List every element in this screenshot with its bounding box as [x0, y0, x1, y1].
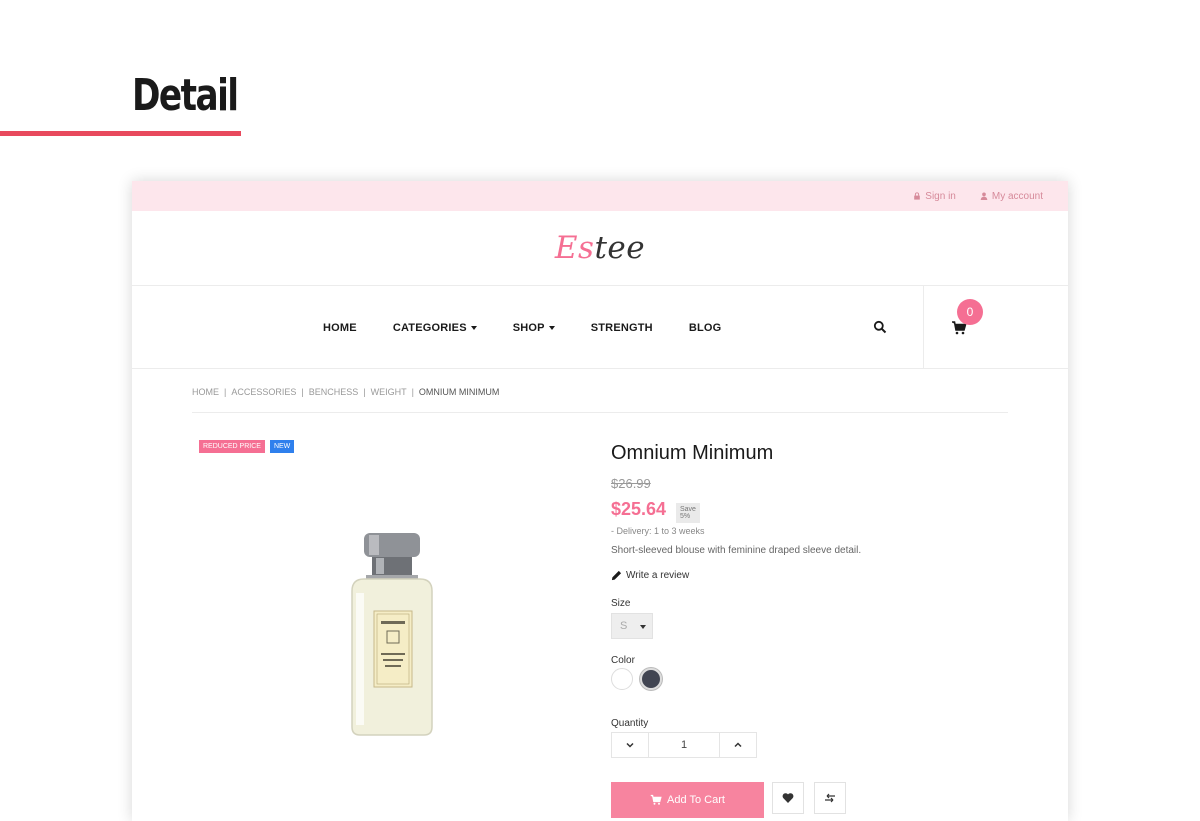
nav-item-label: CATEGORIES	[392, 321, 467, 334]
add-to-cart-label: Add To Cart	[667, 794, 725, 806]
product-description: Short-sleeved blouse with feminine drape…	[611, 545, 862, 556]
current-price: $25.64	[611, 499, 667, 519]
store-screenshot-frame: Sign in My account Estee HOME CATEGORIES…	[132, 181, 1068, 821]
new-badge: NEW	[269, 440, 295, 453]
nav-item-blog[interactable]: BLOG	[689, 322, 722, 334]
nav-item-home[interactable]: HOME	[323, 322, 357, 334]
color-label: Color	[611, 655, 635, 666]
lock-icon	[914, 192, 921, 200]
product-title: Omnium Minimum	[611, 442, 774, 464]
quantity-label: Quantity	[611, 718, 649, 729]
my-account-link[interactable]: My account	[980, 191, 1043, 202]
nav-item-label: SHOP	[512, 321, 545, 334]
nav-item-categories[interactable]: CATEGORIES	[393, 322, 477, 334]
logo-row: Estee	[132, 211, 1068, 286]
chevron-up-icon	[734, 742, 742, 748]
caret-down-icon	[548, 325, 555, 330]
main-nav: HOME CATEGORIES SHOP STRENGTH BLOG	[132, 286, 1068, 369]
add-to-cart-button[interactable]: Add To Cart	[611, 782, 764, 818]
quantity-increase-button[interactable]	[720, 733, 756, 757]
sign-in-label: Sign in	[925, 190, 956, 202]
size-select[interactable]: S	[611, 613, 653, 639]
quantity-decrease-button[interactable]	[612, 733, 648, 757]
reduced-price-badge: REDUCED PRICE	[199, 440, 265, 453]
user-icon	[980, 192, 988, 200]
heart-icon	[782, 793, 794, 803]
breadcrumb-current: OMNIUM MINIMUM	[418, 387, 500, 397]
logo-accent: Es	[554, 230, 595, 266]
cart-count-badge: 0	[957, 299, 983, 325]
breadcrumb: HOME | ACCESSORIES | BENCHESS | WEIGHT | OMN…	[192, 387, 1008, 413]
breadcrumb-weight[interactable]: WEIGHT	[371, 387, 407, 412]
delivery-info: - Delivery: 1 to 3 weeks	[611, 526, 705, 536]
search-icon	[873, 320, 887, 334]
product-badges: REDUCED PRICE NEW	[199, 440, 295, 453]
nav-divider	[923, 286, 924, 369]
breadcrumb-accessories[interactable]: ACCESSORIES	[231, 387, 296, 412]
nav-item-label: STRENGTH	[590, 321, 653, 334]
breadcrumb-home[interactable]: HOME	[192, 387, 219, 412]
my-account-label: My account	[991, 190, 1043, 202]
chevron-down-icon	[626, 742, 634, 748]
color-swatch-white[interactable]	[611, 668, 633, 690]
cart-icon	[650, 794, 662, 805]
sign-in-link[interactable]: Sign in	[913, 191, 956, 202]
nav-item-label: HOME	[323, 321, 357, 334]
compare-button[interactable]	[814, 782, 846, 814]
size-value: S	[620, 620, 628, 632]
top-bar: Sign in My account	[132, 181, 1068, 211]
compare-arrows-icon	[825, 793, 835, 803]
nav-item-label: BLOG	[688, 321, 722, 334]
logo-rest: tee	[594, 230, 646, 266]
breadcrumb-separator: |	[363, 387, 366, 397]
pencil-icon	[611, 570, 622, 581]
nav-item-strength[interactable]: STRENGTH	[591, 322, 653, 334]
size-label: Size	[611, 598, 631, 609]
breadcrumb-separator: |	[411, 387, 414, 397]
breadcrumb-separator: |	[224, 387, 227, 397]
breadcrumb-benchess[interactable]: BENCHESS	[309, 387, 359, 412]
breadcrumb-separator: |	[301, 387, 304, 397]
store-logo[interactable]: Estee	[555, 230, 645, 266]
nav-menu: HOME CATEGORIES SHOP STRENGTH BLOG	[323, 286, 721, 369]
page-heading: Detail	[132, 70, 239, 121]
caret-down-icon	[470, 325, 477, 330]
heading-underline	[0, 131, 241, 136]
write-review-link[interactable]: Write a review	[611, 570, 689, 581]
product-image	[351, 533, 433, 736]
quantity-stepper: 1	[611, 732, 757, 758]
wishlist-button[interactable]	[772, 782, 804, 814]
search-button[interactable]	[873, 320, 887, 334]
nav-item-shop[interactable]: SHOP	[513, 322, 555, 334]
old-price: $26.99	[611, 476, 651, 491]
color-swatch-dark[interactable]	[640, 668, 662, 690]
write-review-label: Write a review	[626, 570, 690, 581]
save-badge: Save 5%	[676, 503, 700, 523]
caret-down-icon	[640, 625, 646, 629]
quantity-input[interactable]: 1	[648, 733, 720, 757]
